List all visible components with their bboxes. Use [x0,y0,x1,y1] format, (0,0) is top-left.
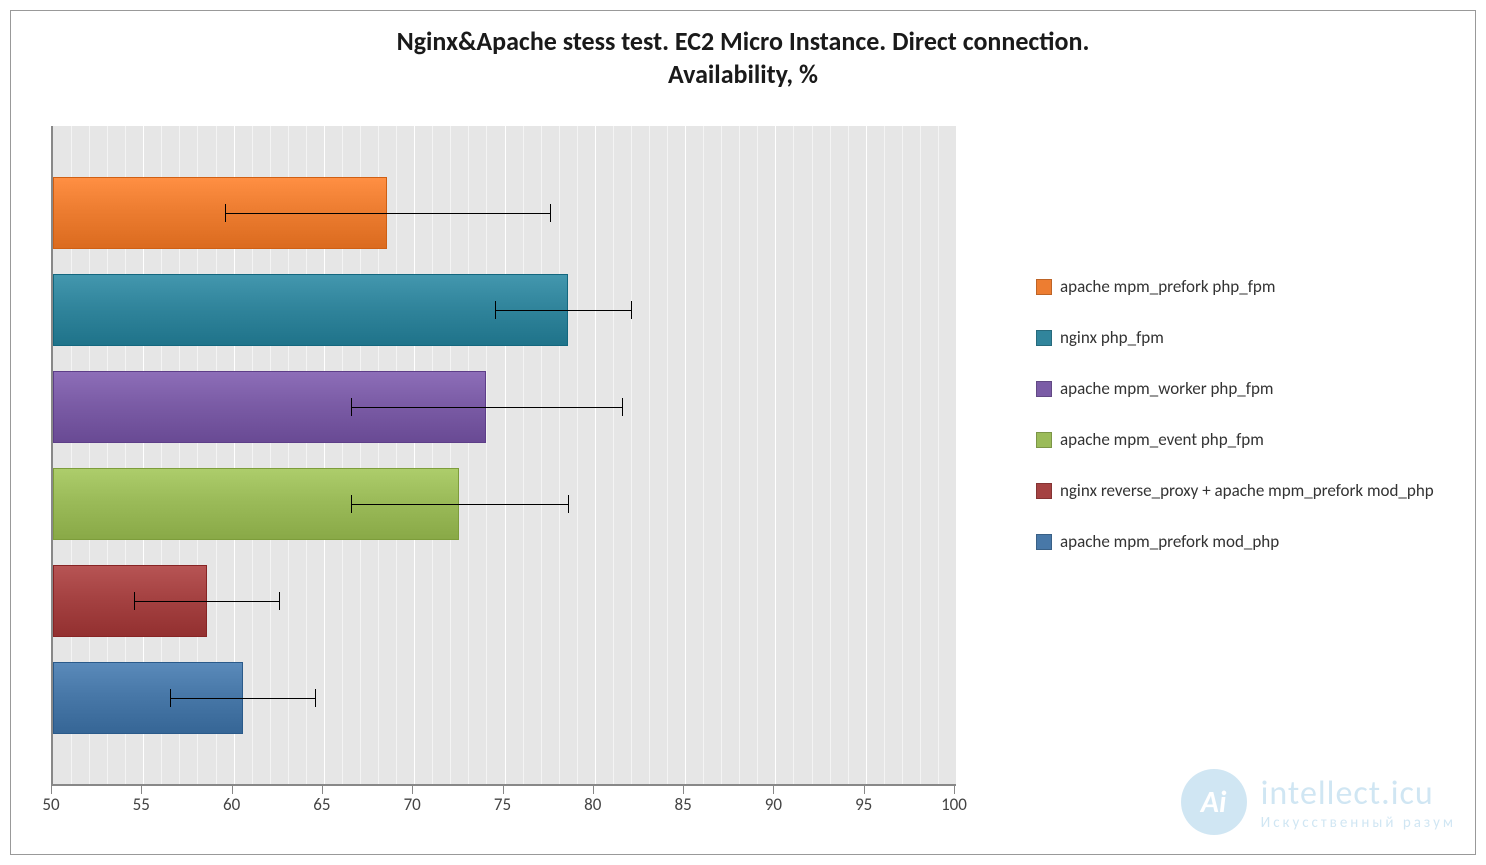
legend-label: apache mpm_prefork mod_php [1060,531,1279,552]
gridline-minor [486,126,487,784]
gridline-minor [920,126,921,784]
legend-item: apache mpm_prefork mod_php [1036,531,1455,552]
legend-item: apache mpm_worker php_fpm [1036,378,1455,399]
gridline-minor [432,126,433,784]
errorbar-cap [631,301,632,319]
gridline-minor [667,126,668,784]
gridline-minor [523,126,524,784]
x-tick-mark [141,786,142,794]
legend-swatch-icon [1036,534,1052,550]
errorbar [351,407,622,408]
chart-title-line2: Availability, % [668,58,818,90]
x-tick-label: 70 [382,794,442,815]
errorbar [225,213,550,214]
x-tick-mark [683,786,684,794]
errorbar-cap [134,592,135,610]
gridline-minor [559,126,560,784]
errorbar-cap [495,301,496,319]
x-tick-label: 85 [653,794,713,815]
errorbar [134,601,278,602]
x-tick-label: 80 [563,794,623,815]
legend-label: apache mpm_event php_fpm [1060,429,1264,450]
plot-wrap: 50556065707580859095100 [31,126,996,844]
legend-label: nginx php_fpm [1060,327,1164,348]
x-tick-label: 90 [743,794,803,815]
x-tick-label: 55 [111,794,171,815]
x-tick-mark [232,786,233,794]
gridline-major [595,126,596,784]
errorbar [351,504,568,505]
x-tick-label: 50 [21,794,81,815]
gridline-minor [757,126,758,784]
gridline-major [505,126,506,784]
x-tick-mark [864,786,865,794]
legend: apache mpm_prefork php_fpmnginx php_fpma… [996,126,1455,844]
legend-item: apache mpm_prefork php_fpm [1036,276,1455,297]
gridline-minor [649,126,650,784]
legend-item: nginx php_fpm [1036,327,1455,348]
gridline-minor [902,126,903,784]
legend-swatch-icon [1036,483,1052,499]
errorbar [170,698,314,699]
gridline-minor [450,126,451,784]
x-tick-mark [773,786,774,794]
errorbar [495,310,630,311]
gridline-minor [396,126,397,784]
x-tick-label: 65 [292,794,352,815]
gridline-minor [812,126,813,784]
legend-label: apache mpm_prefork php_fpm [1060,276,1275,297]
errorbar-cap [315,689,316,707]
gridline-minor [577,126,578,784]
x-tick-mark [412,786,413,794]
errorbar-cap [550,204,551,222]
legend-swatch-icon [1036,381,1052,397]
errorbar-cap [225,204,226,222]
gridline-major [414,126,415,784]
gridline-minor [848,126,849,784]
gridline-minor [884,126,885,784]
gridline-minor [938,126,939,784]
x-tick-label: 95 [834,794,894,815]
gridline-minor [631,126,632,784]
gridline-minor [830,126,831,784]
bar-nginx-php-fpm [53,274,568,346]
gridline-major [866,126,867,784]
errorbar-cap [351,495,352,513]
legend-swatch-icon [1036,330,1052,346]
errorbar-cap [568,495,569,513]
gridline-major [775,126,776,784]
x-tick-label: 100 [924,794,984,815]
x-tick-mark [593,786,594,794]
legend-item: apache mpm_event php_fpm [1036,429,1455,450]
legend-swatch-icon [1036,279,1052,295]
legend-label: apache mpm_worker php_fpm [1060,378,1273,399]
x-tick-mark [954,786,955,794]
legend-swatch-icon [1036,432,1052,448]
x-tick-mark [503,786,504,794]
chart-frame: Nginx&Apache stess test. EC2 Micro Insta… [10,10,1476,855]
legend-label: nginx reverse_proxy + apache mpm_prefork… [1060,480,1434,501]
errorbar-cap [279,592,280,610]
gridline-minor [793,126,794,784]
gridline-minor [703,126,704,784]
plot-area [51,126,956,786]
gridline-minor [739,126,740,784]
errorbar-cap [622,398,623,416]
x-tick-label: 75 [473,794,533,815]
chart-title: Nginx&Apache stess test. EC2 Micro Insta… [11,11,1475,90]
errorbar-cap [170,689,171,707]
x-tick-mark [51,786,52,794]
x-tick-mark [322,786,323,794]
gridline-major [956,126,957,784]
chart-body: 50556065707580859095100 apache mpm_prefo… [31,126,1455,844]
legend-item: nginx reverse_proxy + apache mpm_prefork… [1036,480,1455,501]
chart-title-line1: Nginx&Apache stess test. EC2 Micro Insta… [397,25,1090,57]
gridline-major [685,126,686,784]
gridline-minor [468,126,469,784]
errorbar-cap [351,398,352,416]
gridline-minor [721,126,722,784]
gridline-minor [613,126,614,784]
x-tick-label: 60 [202,794,262,815]
gridline-minor [541,126,542,784]
